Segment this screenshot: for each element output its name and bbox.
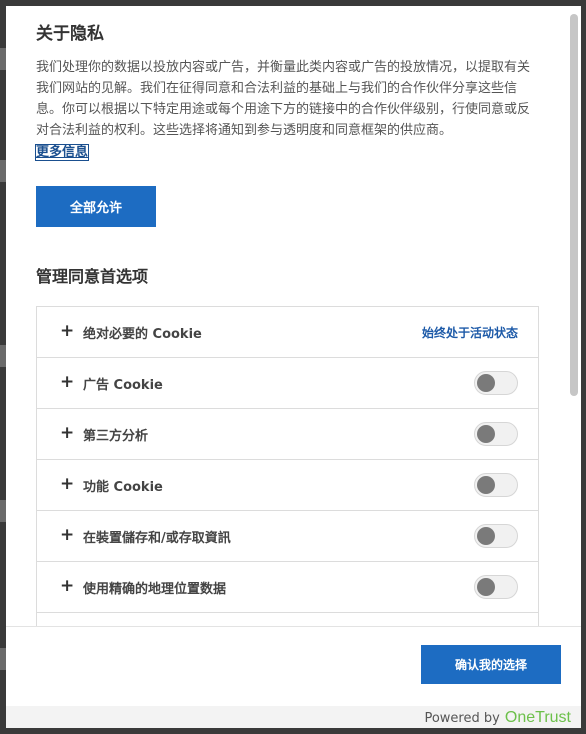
- plus-icon: +: [60, 423, 75, 443]
- more-info-link[interactable]: 更多信息: [34, 144, 90, 161]
- category-third-party-analytics[interactable]: + 第三方分析: [37, 409, 538, 460]
- plus-icon: +: [60, 576, 75, 596]
- consent-category-list: + 绝对必要的 Cookie 始终处于活动状态 + 广告 Cookie + 第三…: [36, 306, 539, 626]
- category-label: 第三方分析: [83, 429, 149, 444]
- category-label: 功能 Cookie: [83, 480, 163, 495]
- category-label: 在裝置儲存和/或存取資訊: [83, 531, 231, 546]
- powered-by-bar: Powered by OneTrust: [6, 706, 581, 728]
- plus-icon: +: [60, 321, 75, 341]
- plus-icon: +: [60, 474, 75, 494]
- plus-icon: +: [60, 525, 75, 545]
- privacy-description: 我们处理你的数据以投放内容或广告，并衡量此类内容或广告的投放情况，以提取有关我们…: [36, 60, 531, 138]
- category-label: 使用精确的地理位置数据: [83, 582, 227, 597]
- powered-by-text: Powered by: [424, 711, 500, 726]
- privacy-dialog: 关于隐私 我们处理你的数据以投放内容或广告，并衡量此类内容或广告的投放情况，以提…: [6, 6, 581, 706]
- toggle-knob: [477, 374, 495, 392]
- toggle-knob: [477, 425, 495, 443]
- allow-all-button[interactable]: 全部允许: [36, 186, 156, 227]
- always-active-status: 始终处于活动状态: [421, 326, 518, 340]
- category-functional[interactable]: + 功能 Cookie: [37, 460, 538, 511]
- toggle-knob: [477, 527, 495, 545]
- functional-toggle[interactable]: [474, 473, 518, 497]
- category-strictly-necessary[interactable]: + 绝对必要的 Cookie 始终处于活动状态: [37, 307, 538, 358]
- category-label: 绝对必要的 Cookie: [83, 327, 202, 342]
- advertising-toggle[interactable]: [474, 371, 518, 395]
- confirm-choices-button[interactable]: 确认我的选择: [421, 645, 561, 684]
- analytics-toggle[interactable]: [474, 422, 518, 446]
- toggle-knob: [477, 476, 495, 494]
- manage-preferences-title: 管理同意首选项: [36, 267, 149, 286]
- dialog-scroll-area[interactable]: 关于隐私 我们处理你的数据以投放内容或广告，并衡量此类内容或广告的投放情况，以提…: [6, 6, 581, 626]
- device-storage-toggle[interactable]: [474, 524, 518, 548]
- category-label: 广告 Cookie: [83, 378, 163, 393]
- geolocation-toggle[interactable]: [474, 575, 518, 599]
- scrollbar-thumb[interactable]: [570, 14, 578, 396]
- dialog-footer: 确认我的选择: [6, 626, 581, 706]
- category-row-partial[interactable]: [37, 613, 538, 626]
- category-precise-geolocation[interactable]: + 使用精确的地理位置数据: [37, 562, 538, 613]
- onetrust-logo[interactable]: OneTrust: [505, 709, 571, 726]
- dialog-title: 关于隐私: [36, 24, 104, 44]
- plus-icon: +: [60, 372, 75, 392]
- category-advertising[interactable]: + 广告 Cookie: [37, 358, 538, 409]
- category-device-storage[interactable]: + 在裝置儲存和/或存取資訊: [37, 511, 538, 562]
- toggle-knob: [477, 578, 495, 596]
